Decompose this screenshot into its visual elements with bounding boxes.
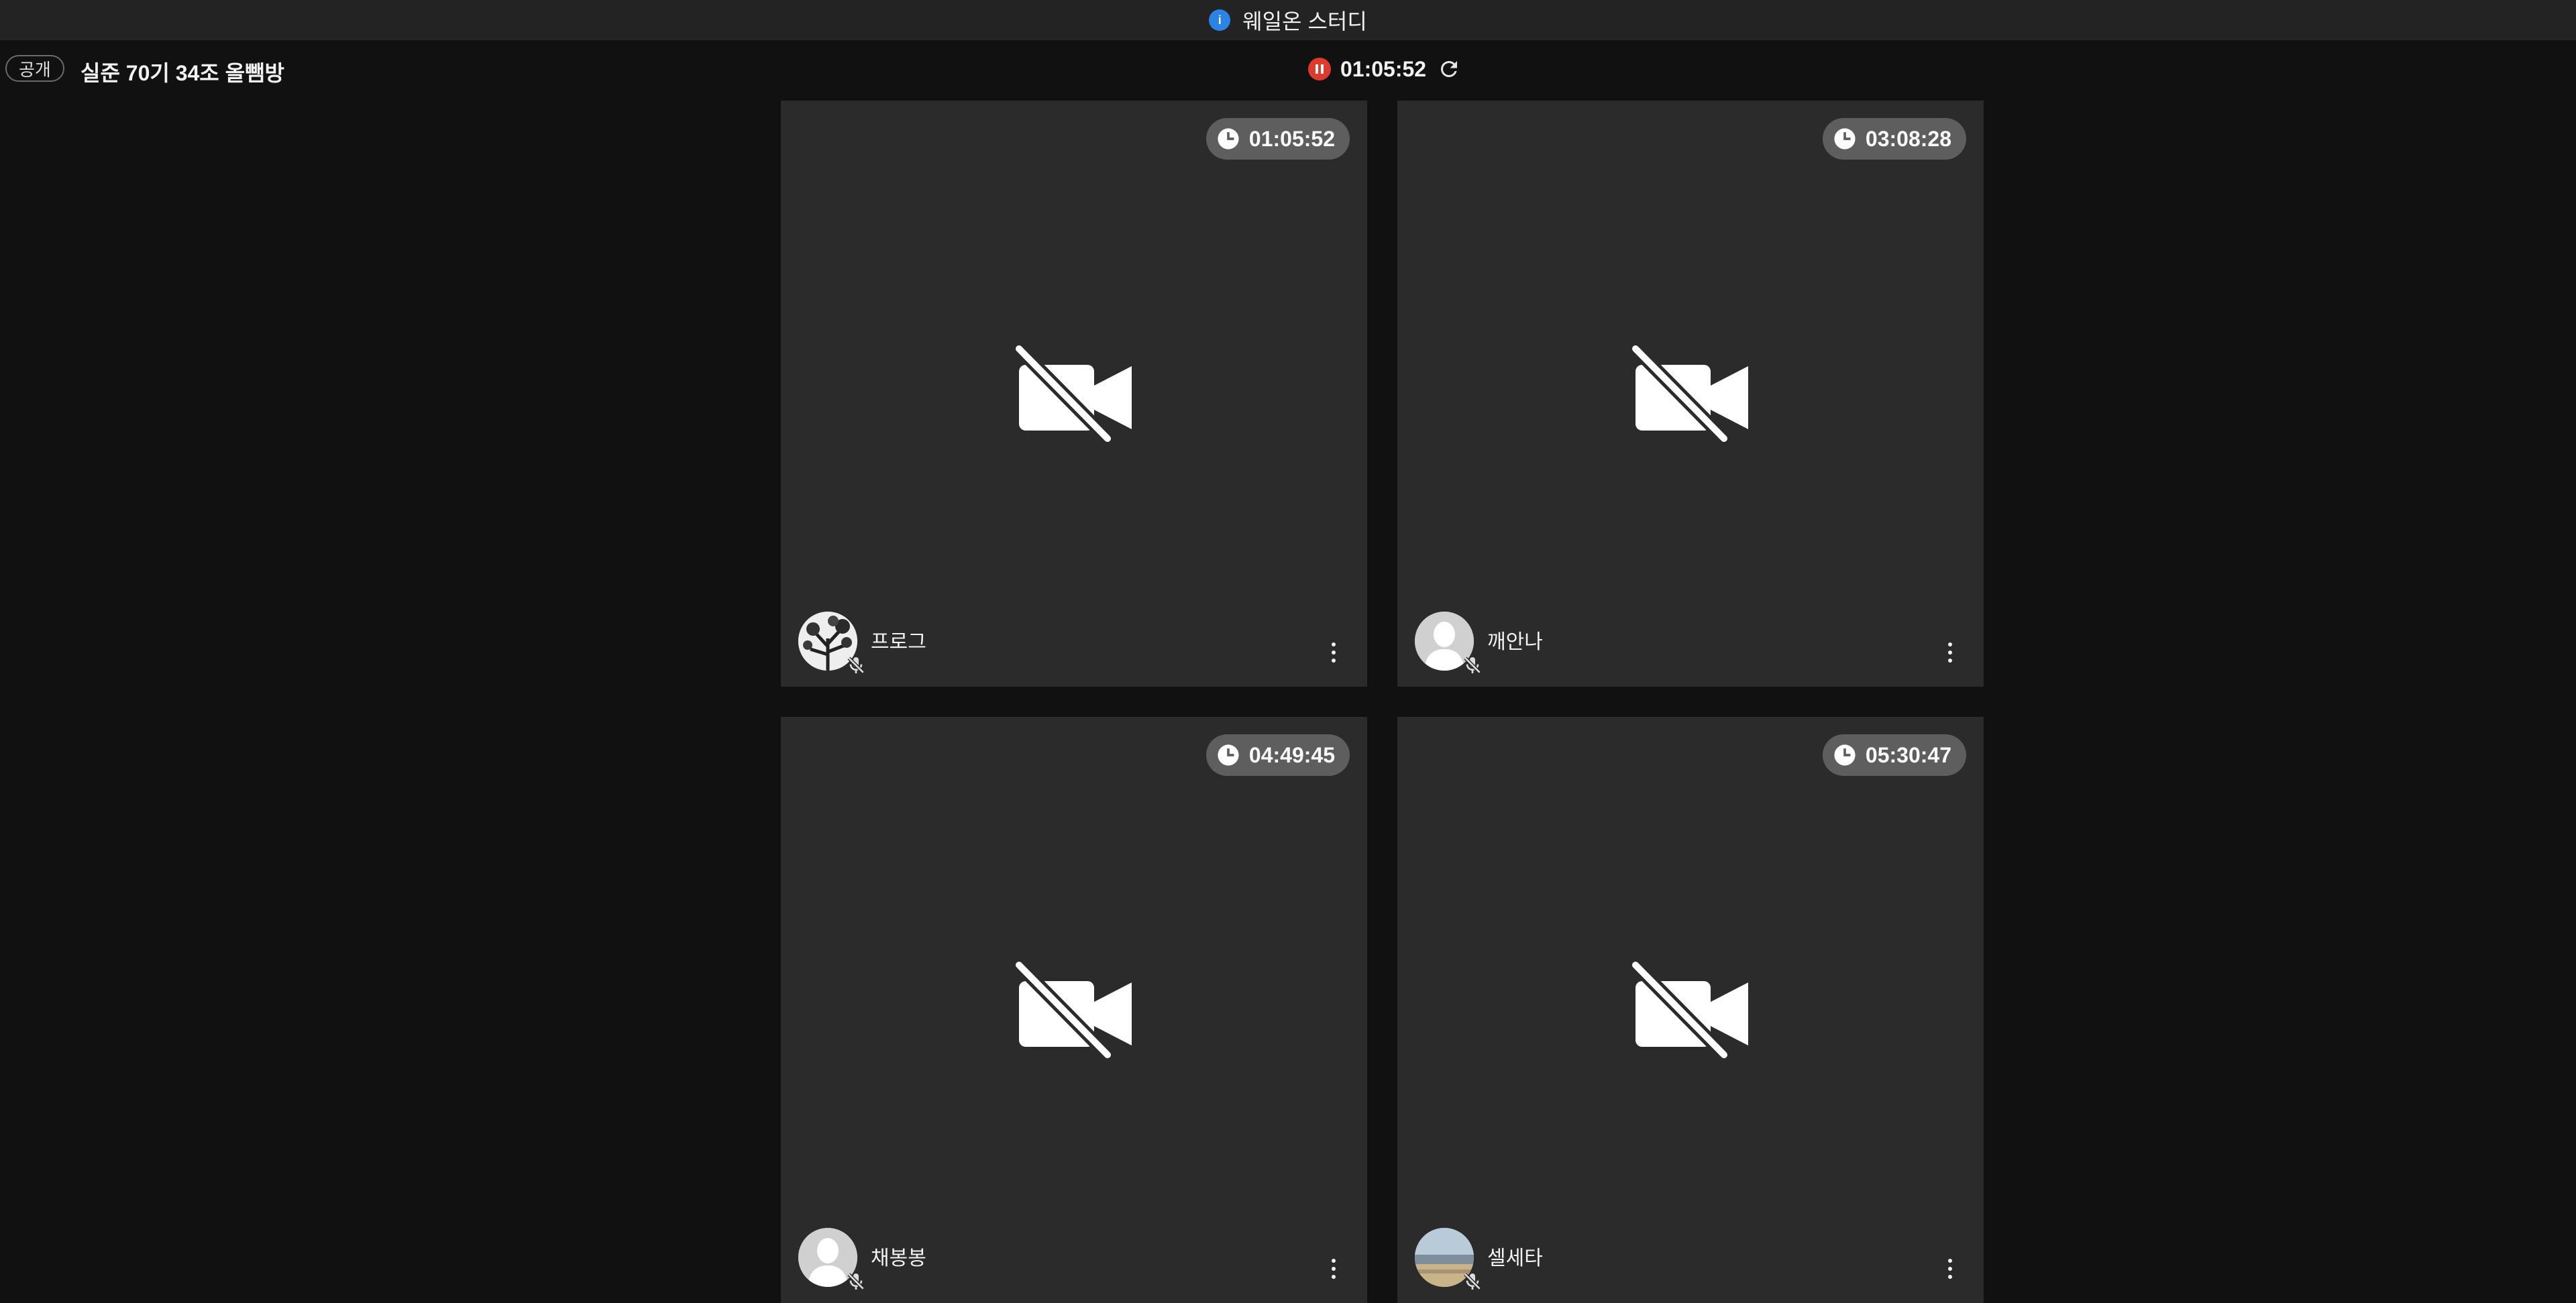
visibility-badge: 공개 bbox=[5, 55, 64, 82]
study-time-badge: 05:30:47 bbox=[1822, 734, 1966, 776]
video-off-icon bbox=[1630, 343, 1748, 444]
study-time: 03:08:28 bbox=[1865, 126, 1951, 151]
participant-tile[interactable]: 04:49:45 채봉봉 bbox=[781, 717, 1367, 1303]
mic-muted-icon bbox=[847, 657, 865, 674]
study-time: 04:49:45 bbox=[1248, 742, 1335, 767]
clock-icon bbox=[1834, 128, 1856, 150]
participant-name: 깨안나 bbox=[1487, 631, 1543, 653]
app-title: 웨일온 스터디 bbox=[1242, 9, 1367, 34]
participant-tile[interactable]: 05:30:47 셀세타 bbox=[1397, 717, 1984, 1303]
study-time-badge: 04:49:45 bbox=[1205, 734, 1350, 776]
study-time: 05:30:47 bbox=[1865, 742, 1951, 767]
participant-name: 채봉봉 bbox=[871, 1247, 926, 1269]
clock-icon bbox=[1834, 744, 1856, 766]
video-off-icon bbox=[1014, 960, 1132, 1060]
video-off-icon bbox=[1014, 343, 1132, 444]
study-time: 01:05:52 bbox=[1248, 126, 1335, 151]
participant-name: 셀세타 bbox=[1487, 1247, 1543, 1269]
study-time-badge: 01:05:52 bbox=[1205, 118, 1350, 160]
refresh-icon[interactable] bbox=[1437, 57, 1461, 81]
more-options-icon[interactable] bbox=[1946, 1259, 1954, 1286]
window-titlebar: i 웨일온 스터디 bbox=[0, 0, 2576, 40]
info-icon[interactable]: i bbox=[1209, 9, 1231, 31]
participant-name: 프로그 bbox=[871, 631, 926, 653]
clock-icon bbox=[1218, 128, 1239, 150]
video-off-icon bbox=[1630, 960, 1748, 1060]
more-options-icon[interactable] bbox=[1330, 1259, 1338, 1286]
mic-muted-icon bbox=[1464, 1273, 1481, 1290]
room-timer-text: 01:05:52 bbox=[1340, 56, 1427, 81]
mic-muted-icon bbox=[847, 1273, 865, 1290]
more-options-icon[interactable] bbox=[1330, 642, 1338, 669]
participant-tile[interactable]: 03:08:28 깨안나 bbox=[1397, 101, 1984, 687]
participant-tile[interactable]: 01:05:52 프로그 bbox=[781, 101, 1367, 687]
clock-icon bbox=[1218, 744, 1239, 766]
more-options-icon[interactable] bbox=[1946, 642, 1954, 669]
mic-muted-icon bbox=[1464, 657, 1481, 674]
room-header: 공개 실준 70기 34조 올뺌방 01:05:52 bbox=[0, 40, 2576, 98]
room-name: 실준 70기 34조 올뺌방 bbox=[80, 61, 284, 85]
room-timer: 01:05:52 bbox=[1308, 55, 1461, 83]
pause-button[interactable] bbox=[1308, 58, 1331, 80]
study-time-badge: 03:08:28 bbox=[1822, 118, 1966, 160]
